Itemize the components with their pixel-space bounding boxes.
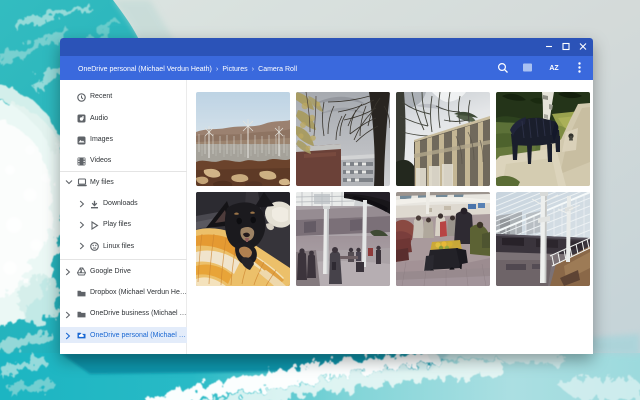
svg-text:AZ: AZ (549, 65, 559, 72)
